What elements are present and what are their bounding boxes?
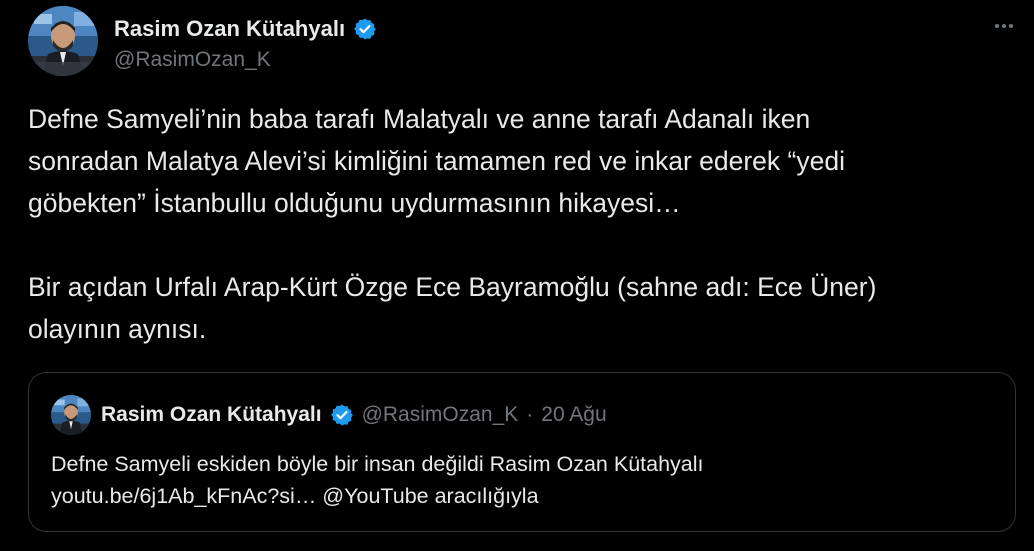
quoted-author-handle: @RasimOzan_K: [361, 403, 519, 426]
avatar-photo: [51, 395, 91, 435]
quoted-tweet-date: 20 Ağu: [541, 403, 607, 426]
quoted-tweet-line-1: Defne Samyeli eskiden böyle bir insan de…: [51, 452, 704, 476]
author-avatar[interactable]: [28, 6, 98, 76]
author-name-row: Rasim Ozan Kütahyalı: [114, 14, 377, 44]
more-options-icon[interactable]: [990, 12, 1018, 40]
author-handle[interactable]: @RasimOzan_K: [114, 48, 271, 72]
quoted-author-avatar: [51, 395, 91, 435]
quoted-tweet-body: Defne Samyeli eskiden böyle bir insan de…: [51, 448, 991, 512]
tweet-body: Defne Samyeli’nin baba tarafı Malatyalı …: [28, 98, 1008, 350]
tweet-header: Rasim Ozan Kütahyalı @RasimOzan_K: [28, 6, 1018, 76]
author-display-name[interactable]: Rasim Ozan Kütahyalı: [114, 16, 345, 42]
verified-badge-icon: [330, 403, 354, 427]
verified-badge-icon[interactable]: [353, 17, 377, 41]
quoted-tweet-header: Rasim Ozan Kütahyalı @RasimOzan_K · 20 A…: [51, 395, 607, 435]
tweet-paragraph-1: Defne Samyeli’nin baba tarafı Malatyalı …: [28, 104, 845, 218]
tweet-paragraph-2: Bir açıdan Urfalı Arap-Kürt Özge Ece Bay…: [28, 272, 877, 344]
quoted-author-display-name: Rasim Ozan Kütahyalı: [101, 403, 322, 426]
separator-dot: ·: [526, 403, 534, 426]
quoted-tweet-card[interactable]: Rasim Ozan Kütahyalı @RasimOzan_K · 20 A…: [28, 372, 1016, 532]
avatar-photo: [28, 6, 98, 76]
quoted-tweet-line-2: youtu.be/6j1Ab_kFnAc?si… @YouTube aracıl…: [51, 484, 539, 508]
